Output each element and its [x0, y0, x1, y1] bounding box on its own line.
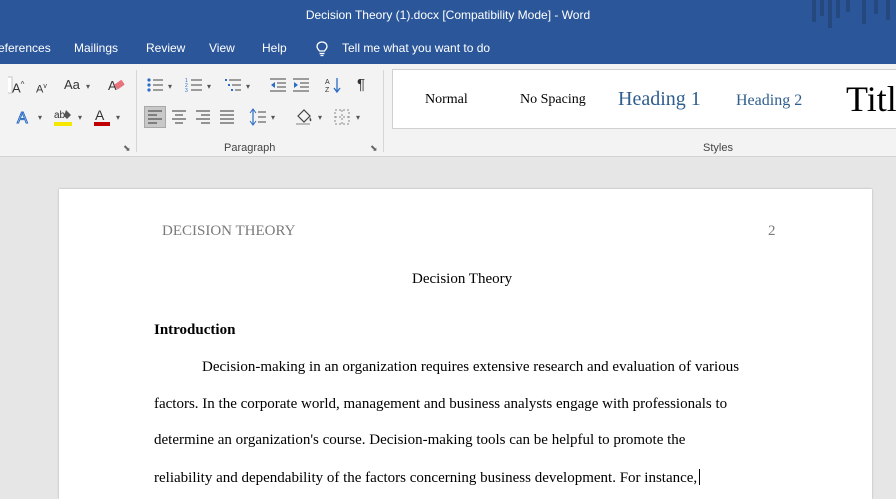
svg-text:A: A: [95, 107, 105, 123]
tab-references[interactable]: eferences: [0, 41, 51, 55]
bullets-icon[interactable]: [146, 77, 164, 93]
body-line-last: reliability and dependability of the fac…: [154, 469, 701, 487]
svg-text:Z: Z: [325, 87, 330, 94]
show-formatting-marks-icon[interactable]: ¶: [357, 77, 365, 93]
title-bar-decoration: [812, 0, 890, 28]
paragraph-group-label: Paragraph: [224, 142, 276, 154]
shading-icon[interactable]: [294, 108, 314, 126]
title-bar: Decision Theory (1).docx [Compatibility …: [0, 0, 896, 32]
increase-indent-icon[interactable]: [292, 77, 310, 93]
body-line: Decision-making in an organization requi…: [202, 359, 740, 375]
svg-text:A: A: [325, 79, 330, 86]
body-line: factors. In the corporate world, managem…: [154, 396, 728, 412]
lightbulb-icon[interactable]: [314, 40, 330, 58]
style-title[interactable]: Title: [846, 78, 896, 120]
shading-caret-icon[interactable]: ▾: [318, 113, 322, 122]
svg-text:A: A: [17, 110, 28, 126]
multilevel-caret-icon[interactable]: ▾: [246, 82, 250, 91]
line-spacing-caret-icon[interactable]: ▾: [271, 113, 275, 122]
justify-icon[interactable]: [219, 110, 235, 124]
group-separator: [136, 70, 137, 152]
line-spacing-icon[interactable]: [249, 108, 267, 126]
document-title: Decision Theory: [412, 271, 513, 287]
highlight-caret-icon[interactable]: ▾: [78, 113, 82, 122]
svg-text:ab: ab: [54, 110, 66, 121]
page-number: 2: [768, 223, 776, 239]
ribbon-tab-bar: eferences Mailings Review View Help Tell…: [0, 32, 896, 64]
change-case-caret-icon[interactable]: ▾: [86, 82, 90, 91]
tab-review[interactable]: Review: [146, 41, 185, 55]
tell-me-search[interactable]: Tell me what you want to do: [342, 41, 490, 55]
highlight-color-icon[interactable]: ab: [53, 106, 75, 128]
section-heading: Introduction: [154, 322, 236, 338]
numbering-icon[interactable]: 123: [185, 77, 203, 93]
styles-group-label: Styles: [703, 142, 733, 154]
borders-icon[interactable]: [334, 109, 350, 125]
font-color-icon[interactable]: A: [93, 106, 111, 128]
text-effects-caret-icon[interactable]: ▾: [38, 113, 42, 122]
style-normal[interactable]: Normal: [425, 92, 468, 108]
align-center-icon[interactable]: [171, 110, 187, 124]
style-heading-1[interactable]: Heading 1: [618, 88, 701, 111]
shrink-font-icon[interactable]: Av: [36, 79, 47, 98]
align-right-icon[interactable]: [195, 110, 211, 124]
font-dialog-launcher-icon[interactable]: ⬊: [123, 143, 133, 153]
numbering-caret-icon[interactable]: ▾: [207, 82, 211, 91]
bullets-caret-icon[interactable]: ▾: [168, 82, 172, 91]
window-title: Decision Theory (1).docx [Compatibility …: [305, 8, 591, 22]
body-line: determine an organization's course. Deci…: [154, 432, 686, 448]
grow-font-icon[interactable]: A^: [12, 77, 24, 96]
tab-mailings[interactable]: Mailings: [74, 41, 118, 55]
text-cursor: [699, 469, 701, 485]
text-effects-icon[interactable]: A: [16, 108, 34, 127]
tab-help[interactable]: Help: [262, 41, 287, 55]
running-head: DECISION THEORY: [162, 223, 296, 239]
font-color-caret-icon[interactable]: ▾: [116, 113, 120, 122]
style-heading-2[interactable]: Heading 2: [736, 92, 802, 110]
multilevel-list-icon[interactable]: [224, 77, 242, 93]
tab-view[interactable]: View: [209, 41, 235, 55]
align-left-icon[interactable]: [147, 110, 163, 124]
svg-text:3: 3: [185, 88, 188, 93]
change-case-button[interactable]: Aa: [64, 77, 80, 93]
borders-caret-icon[interactable]: ▾: [356, 113, 360, 122]
sort-icon[interactable]: AZ: [325, 76, 343, 94]
paragraph-dialog-launcher-icon[interactable]: ⬊: [370, 143, 380, 153]
clear-formatting-icon[interactable]: A: [108, 77, 126, 93]
group-separator: [383, 70, 384, 152]
decrease-indent-icon[interactable]: [269, 77, 287, 93]
body-line: reliability and dependability of the fac…: [154, 470, 698, 486]
styles-gallery: Normal No Spacing Heading 1 Heading 2 Ti…: [392, 69, 896, 129]
style-no-spacing[interactable]: No Spacing: [520, 92, 586, 108]
